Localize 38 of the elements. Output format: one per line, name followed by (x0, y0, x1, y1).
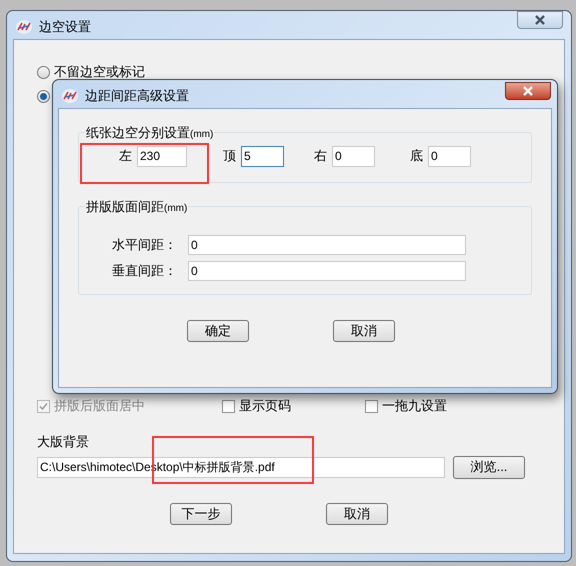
dialog-title: 边距间距高级设置 (85, 87, 189, 105)
close-icon (522, 86, 534, 96)
margin-field[interactable]: 5 (241, 146, 284, 166)
unit-label: (mm) (164, 202, 188, 216)
radio-button[interactable] (37, 66, 50, 78)
group-title: 拼版版面间距 (86, 198, 164, 216)
spacing-field[interactable]: 0 (188, 260, 466, 280)
checkbox[interactable] (365, 400, 378, 412)
background-label: 大版背景 (37, 433, 90, 451)
app-logo-icon (61, 88, 79, 104)
margin-label: 左 (119, 147, 132, 166)
checkbox-label: 拼版后版面居中 (54, 397, 145, 416)
checkbox[interactable] (222, 400, 235, 412)
close-button[interactable] (505, 82, 551, 100)
spacing-field[interactable]: 0 (188, 234, 466, 254)
close-icon (534, 15, 546, 25)
spacing-label: 垂直间距： (112, 262, 178, 280)
window-title: 边空设置 (39, 18, 91, 36)
app-logo-icon (15, 18, 33, 35)
margin-label: 顶 (223, 147, 236, 166)
next-button[interactable]: 下一步 (170, 502, 232, 524)
spacing-label: 水平间距： (112, 236, 178, 254)
checkbox-label: 一拖九设置 (382, 397, 447, 416)
group-title: 纸张边空分别设置 (86, 124, 190, 142)
cancel-button[interactable]: 取消 (326, 502, 388, 524)
browse-button[interactable]: 浏览... (453, 456, 525, 478)
margin-field[interactable]: 230 (137, 146, 187, 166)
radio-label: 不留边空或标记 (54, 63, 145, 82)
checkbox-label: 显示页码 (239, 397, 291, 416)
margin-label: 底 (410, 147, 423, 166)
margin-field[interactable]: 0 (332, 146, 375, 166)
radio-button[interactable] (37, 90, 50, 102)
cancel-button[interactable]: 取消 (333, 320, 395, 342)
margin-field[interactable]: 0 (428, 146, 471, 166)
close-button[interactable] (517, 11, 563, 29)
ok-button[interactable]: 确定 (187, 320, 249, 342)
margin-label: 右 (314, 147, 327, 166)
unit-label: (mm) (190, 128, 214, 142)
